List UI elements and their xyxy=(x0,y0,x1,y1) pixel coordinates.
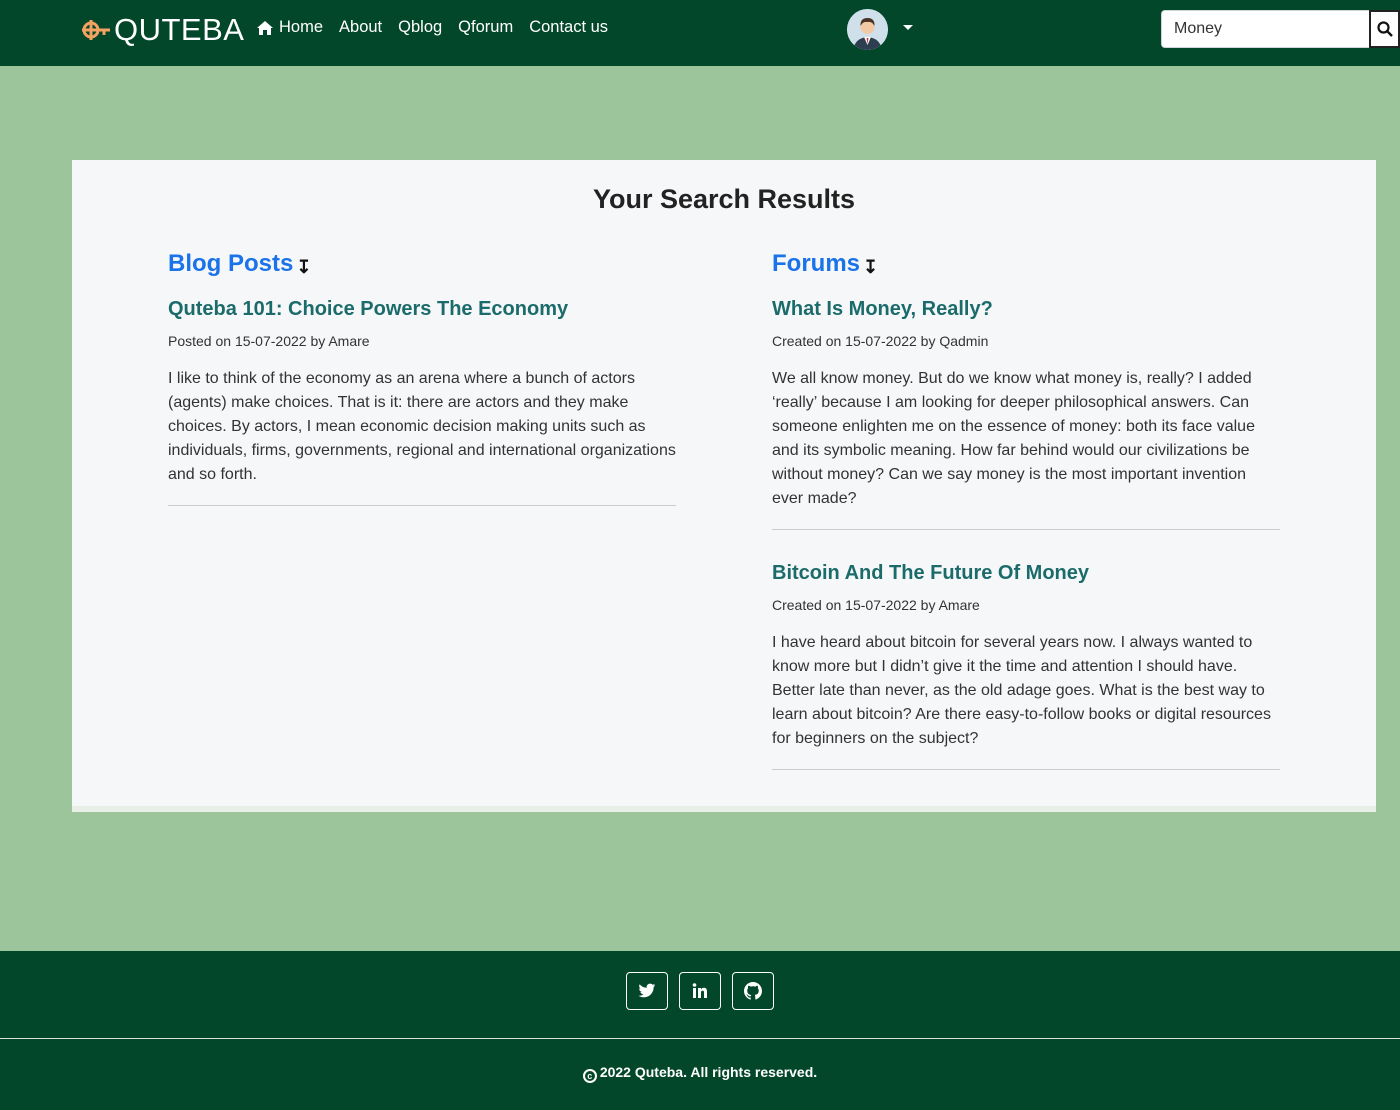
post-title-link[interactable]: Quteba 101: Choice Powers The Economy xyxy=(168,298,676,321)
linkedin-icon xyxy=(692,983,707,998)
list-item: What Is Money, Really? Created on 15-07-… xyxy=(772,298,1280,530)
copyright: c 2022 Quteba. All rights reserved. xyxy=(0,1064,1400,1083)
post-excerpt: I like to think of the economy as an are… xyxy=(168,370,676,483)
forum-title-link[interactable]: What Is Money, Really? xyxy=(772,298,1280,321)
forum-title-link[interactable]: Bitcoin And The Future Of Money xyxy=(772,562,1280,585)
post-excerpt: We all know money. But do we know what m… xyxy=(772,370,1255,507)
forums-heading: Forums ↧ xyxy=(772,246,1280,278)
user-menu-caret-icon[interactable] xyxy=(903,25,913,30)
user-avatar[interactable] xyxy=(847,9,888,50)
main-nav: Home About Qblog Qforum Contact us xyxy=(256,18,608,37)
post-meta: Posted on 15-07-2022 by Amare xyxy=(168,333,370,349)
forums-heading-label: Forums xyxy=(772,250,861,277)
forums-section: Forums ↧ What Is Money, Really? Created … xyxy=(772,246,1280,770)
social-links xyxy=(626,972,774,1010)
search-icon xyxy=(1376,21,1393,37)
nav-qblog[interactable]: Qblog xyxy=(398,18,442,37)
nav-qforum[interactable]: Qforum xyxy=(458,18,513,37)
blog-posts-heading: Blog Posts ↧ xyxy=(168,246,676,278)
nav-contact[interactable]: Contact us xyxy=(529,18,608,37)
arrow-down-icon: ↧ xyxy=(296,257,312,277)
copyright-icon: c xyxy=(582,1069,597,1083)
list-item: Quteba 101: Choice Powers The Economy Po… xyxy=(168,298,676,506)
quteba-logo-icon xyxy=(82,20,110,40)
avatar-icon xyxy=(847,9,888,50)
list-item: Bitcoin And The Future Of Money Created … xyxy=(772,562,1280,770)
brand-name: QUTEBA xyxy=(114,12,245,47)
home-icon xyxy=(257,20,273,35)
brand-link[interactable]: QUTEBA xyxy=(80,10,244,50)
search-input[interactable] xyxy=(1161,10,1369,48)
search-button[interactable] xyxy=(1369,10,1400,48)
post-meta: Created on 15-07-2022 by Qadmin xyxy=(772,333,989,349)
linkedin-button[interactable] xyxy=(679,972,721,1010)
github-icon xyxy=(744,982,762,1000)
nav-home-label: Home xyxy=(279,18,324,36)
twitter-button[interactable] xyxy=(626,972,668,1010)
page-title: Your Search Results xyxy=(592,184,856,214)
navbar: QUTEBA Home About Qblog Qforum Contact u… xyxy=(0,0,1400,66)
blog-posts-heading-label: Blog Posts xyxy=(168,250,294,277)
nav-home[interactable]: Home xyxy=(256,18,323,37)
copyright-text: 2022 Quteba. All rights reserved. xyxy=(599,1064,818,1080)
nav-about[interactable]: About xyxy=(339,18,382,37)
blog-posts-section: Blog Posts ↧ Quteba 101: Choice Powers T… xyxy=(168,246,676,506)
github-button[interactable] xyxy=(732,972,774,1010)
arrow-down-icon: ↧ xyxy=(863,257,879,277)
search-form xyxy=(1161,10,1400,48)
search-results-card: Your Search Results Blog Posts ↧ Quteba … xyxy=(72,160,1376,806)
post-meta: Created on 15-07-2022 by Amare xyxy=(772,597,980,613)
card-divider xyxy=(72,806,1376,812)
footer-divider xyxy=(0,1038,1400,1039)
footer: c 2022 Quteba. All rights reserved. xyxy=(0,951,1400,1110)
post-excerpt: I have heard about bitcoin for several y… xyxy=(772,634,1271,747)
twitter-icon xyxy=(638,983,656,998)
